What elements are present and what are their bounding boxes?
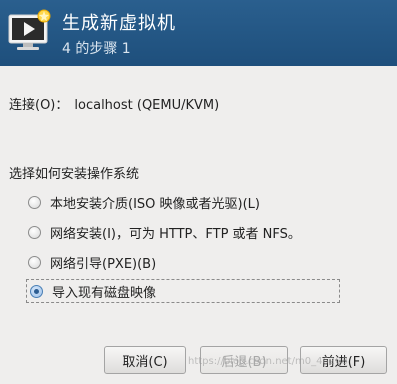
connection-value: localhost (QEMU/KVM) bbox=[74, 98, 220, 113]
radio-local-media[interactable] bbox=[28, 195, 41, 209]
wizard-header: 生成新虚拟机 4 的步骤 1 bbox=[0, 0, 397, 66]
option-network-install[interactable]: 网络安装(I)，可为 HTTP、FTP 或者 NFS。 bbox=[26, 220, 301, 244]
connection-row: 连接(O)： localhost (QEMU/KVM) bbox=[9, 94, 219, 113]
radio-network-boot[interactable] bbox=[28, 255, 41, 269]
radio-network-install[interactable] bbox=[28, 225, 41, 239]
cancel-button[interactable]: 取消(C) bbox=[104, 346, 186, 374]
option-local-media-label: 本地安装介质(ISO 映像或者光驱)(L) bbox=[50, 196, 260, 212]
option-import-disk[interactable]: 导入现有磁盘映像 bbox=[26, 279, 340, 303]
back-button[interactable]: 后退(B) bbox=[200, 346, 288, 374]
forward-button[interactable]: 前进(F) bbox=[300, 346, 387, 374]
monitor-play-icon bbox=[8, 9, 51, 50]
connection-label: 连接(O)： bbox=[9, 98, 69, 113]
option-network-install-label: 网络安装(I)，可为 HTTP、FTP 或者 NFS。 bbox=[50, 226, 301, 242]
install-method-label: 选择如何安装操作系统 bbox=[9, 167, 140, 182]
option-import-disk-label: 导入现有磁盘映像 bbox=[52, 285, 157, 301]
option-network-boot[interactable]: 网络引导(PXE)(B) bbox=[26, 250, 156, 274]
option-network-boot-label: 网络引导(PXE)(B) bbox=[50, 256, 157, 272]
wizard-title: 生成新虚拟机 bbox=[62, 13, 176, 34]
radio-import-disk[interactable] bbox=[30, 284, 43, 298]
option-local-media[interactable]: 本地安装介质(ISO 映像或者光驱)(L) bbox=[26, 190, 260, 214]
wizard-step-indicator: 4 的步骤 1 bbox=[62, 41, 131, 57]
